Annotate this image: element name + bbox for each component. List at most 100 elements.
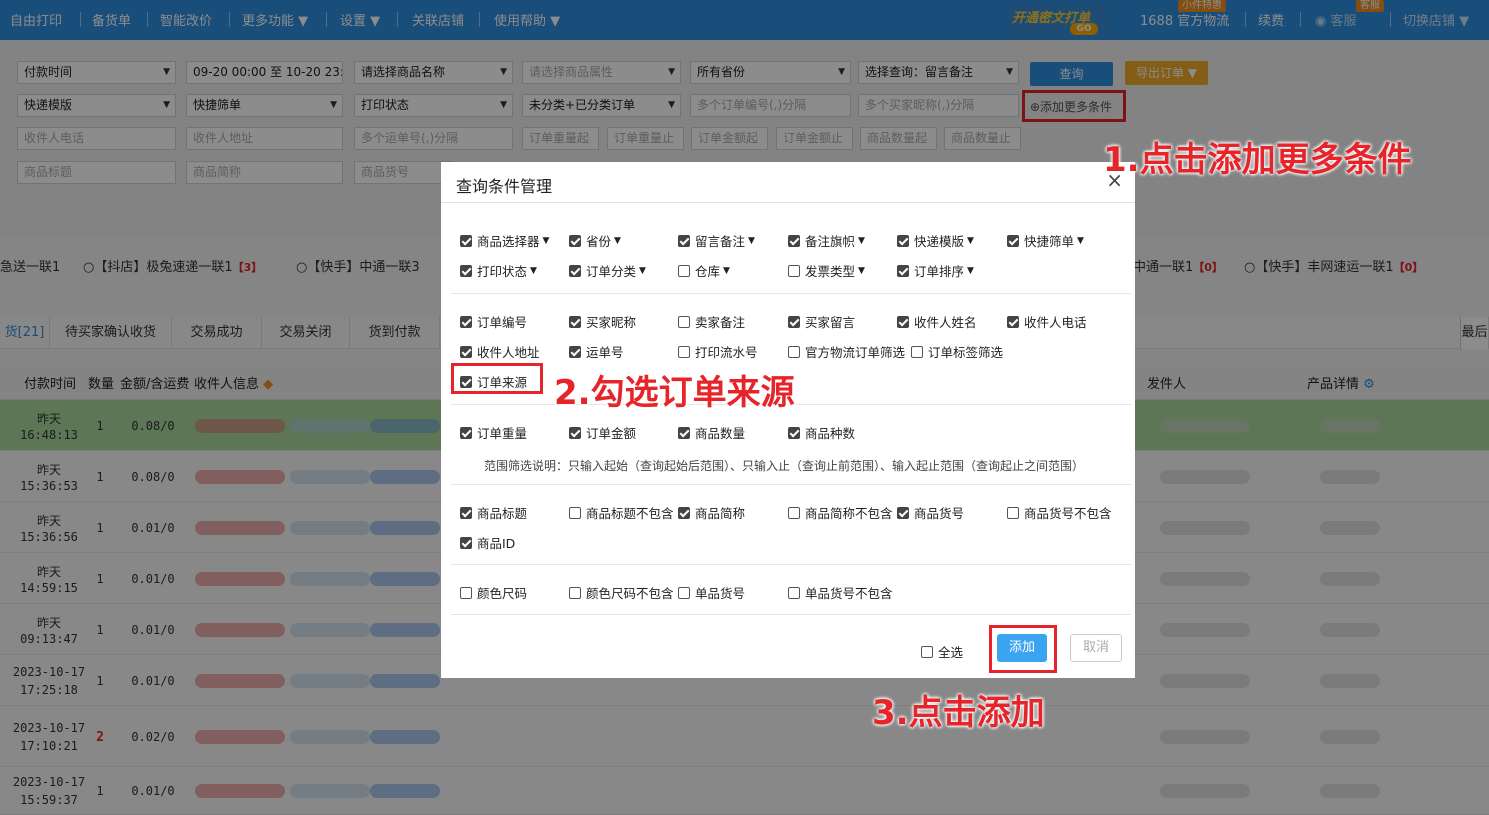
checkbox-box [678, 345, 690, 358]
checkbox-box [897, 264, 909, 277]
checkbox-box [897, 315, 909, 328]
checkbox-label: 收件人地址 [477, 345, 540, 360]
caret-down-icon: ▼ [858, 235, 865, 246]
condition-checkbox[interactable]: 商品货号 [897, 503, 964, 522]
checkbox-label: 打印状态 [477, 264, 528, 279]
query-conditions-modal: 查询条件管理 × 商品选择器 ▼ 省份 ▼ 留言备注 ▼ 备注旗帜 ▼ 快递模版 ▼ 快捷筛单 ▼ 打印… [441, 162, 1135, 678]
checkbox-box [460, 234, 472, 247]
checkbox-label: 商品标题 [477, 506, 528, 521]
checkbox-label: 备注旗帜 [805, 234, 856, 249]
condition-checkbox[interactable]: 订单编号 [460, 312, 527, 331]
checkbox-label: 省份 [586, 234, 612, 249]
checkbox-box [1007, 506, 1019, 519]
condition-checkbox[interactable]: 单品货号 [678, 583, 745, 602]
condition-checkbox[interactable]: 发票类型 ▼ [788, 261, 865, 280]
checkbox-box [678, 264, 690, 277]
checkbox-box [569, 345, 581, 358]
divider [451, 564, 1131, 565]
checkbox-box [788, 315, 800, 328]
condition-checkbox[interactable]: 运单号 [569, 342, 624, 361]
divider [451, 614, 1131, 615]
checkbox-label: 运单号 [586, 345, 624, 360]
condition-checkbox[interactable]: 省份 ▼ [569, 231, 621, 250]
condition-checkbox[interactable]: 颜色尺码不包含 [569, 583, 674, 602]
condition-checkbox[interactable]: 买家留言 [788, 312, 855, 331]
step1-callout: 1.点击添加更多条件 [1103, 140, 1412, 180]
checkbox-box [460, 345, 472, 358]
checkbox-label: 颜色尺码 [477, 586, 528, 601]
condition-checkbox[interactable]: 商品标题不包含 [569, 503, 674, 522]
checkbox-box [460, 536, 472, 549]
condition-checkbox[interactable]: 收件人姓名 [897, 312, 977, 331]
caret-down-icon: ▼ [530, 265, 537, 276]
condition-checkbox[interactable]: 单品货号不包含 [788, 583, 893, 602]
condition-checkbox[interactable]: 收件人电话 [1007, 312, 1087, 331]
condition-checkbox[interactable]: 商品简称 [678, 503, 745, 522]
checkbox-box [678, 315, 690, 328]
condition-checkbox[interactable]: 商品种数 [788, 423, 855, 442]
checkbox-label: 发票类型 [805, 264, 856, 279]
condition-checkbox[interactable]: 收件人地址 [460, 342, 540, 361]
order-source-highlight [451, 363, 543, 394]
condition-checkbox[interactable]: 订单金额 [569, 423, 636, 442]
checkbox-label: 官方物流订单筛选 [805, 345, 906, 360]
checkbox-label: 买家留言 [805, 315, 856, 330]
condition-checkbox[interactable]: 打印流水号 [678, 342, 758, 361]
condition-checkbox[interactable]: 商品选择器 ▼ [460, 231, 549, 250]
condition-checkbox[interactable]: 留言备注 ▼ [678, 231, 755, 250]
checkbox-label: 打印流水号 [695, 345, 758, 360]
checkbox-label: 订单排序 [914, 264, 965, 279]
condition-checkbox[interactable]: 快递模版 ▼ [897, 231, 974, 250]
checkbox-box [678, 426, 690, 439]
condition-checkbox[interactable]: 订单标签筛选 [911, 342, 1003, 361]
condition-checkbox[interactable]: 快捷筛单 ▼ [1007, 231, 1084, 250]
checkbox-box [897, 234, 909, 247]
checkbox-box [788, 586, 800, 599]
checkbox-box [788, 506, 800, 519]
checkbox-box [460, 506, 472, 519]
checkbox-box [678, 586, 690, 599]
caret-down-icon: ▼ [1077, 235, 1084, 246]
condition-checkbox[interactable]: 商品ID [460, 533, 515, 552]
checkbox-box [460, 264, 472, 277]
add-button-highlight [989, 625, 1057, 673]
checkbox-label: 订单重量 [477, 426, 528, 441]
caret-down-icon: ▼ [723, 265, 730, 276]
condition-checkbox[interactable]: 商品标题 [460, 503, 527, 522]
step3-callout: 3.点击添加 [872, 693, 1045, 733]
checkbox-box [1007, 234, 1019, 247]
checkbox-label: 订单金额 [586, 426, 637, 441]
checkbox-box [569, 506, 581, 519]
condition-checkbox[interactable]: 买家昵称 [569, 312, 636, 331]
checkbox-box [678, 234, 690, 247]
checkbox-box [460, 586, 472, 599]
condition-checkbox[interactable]: 商品简称不包含 [788, 503, 893, 522]
checkbox-label: 商品简称不包含 [805, 506, 893, 521]
checkbox-box [921, 645, 933, 658]
condition-checkbox[interactable]: 仓库 ▼ [678, 261, 730, 280]
checkbox-box [788, 234, 800, 247]
checkbox-box [911, 345, 923, 358]
condition-checkbox[interactable]: 卖家备注 [678, 312, 745, 331]
checkbox-label: 商品标题不包含 [586, 506, 674, 521]
checkbox-label: 留言备注 [695, 234, 746, 249]
condition-checkbox[interactable]: 商品货号不包含 [1007, 503, 1112, 522]
condition-checkbox[interactable]: 颜色尺码 [460, 583, 527, 602]
checkbox-label: 单品货号不包含 [805, 586, 893, 601]
condition-checkbox[interactable]: 订单排序 ▼ [897, 261, 974, 280]
condition-checkbox[interactable]: 订单分类 ▼ [569, 261, 646, 280]
cancel-button[interactable]: 取消 [1070, 634, 1122, 662]
select-all-checkbox[interactable]: 全选 [921, 642, 963, 661]
condition-checkbox[interactable]: 备注旗帜 ▼ [788, 231, 865, 250]
checkbox-label: 商品货号不包含 [1024, 506, 1112, 521]
checkbox-label: 订单分类 [586, 264, 637, 279]
condition-checkbox[interactable]: 官方物流订单筛选 [788, 342, 905, 361]
caret-down-icon: ▼ [639, 265, 646, 276]
checkbox-label: 买家昵称 [586, 315, 637, 330]
checkbox-label: 快捷筛单 [1024, 234, 1075, 249]
checkbox-label: 订单编号 [477, 315, 528, 330]
condition-checkbox[interactable]: 商品数量 [678, 423, 745, 442]
condition-checkbox[interactable]: 订单重量 [460, 423, 527, 442]
condition-checkbox[interactable]: 打印状态 ▼ [460, 261, 537, 280]
caret-down-icon: ▼ [748, 235, 755, 246]
